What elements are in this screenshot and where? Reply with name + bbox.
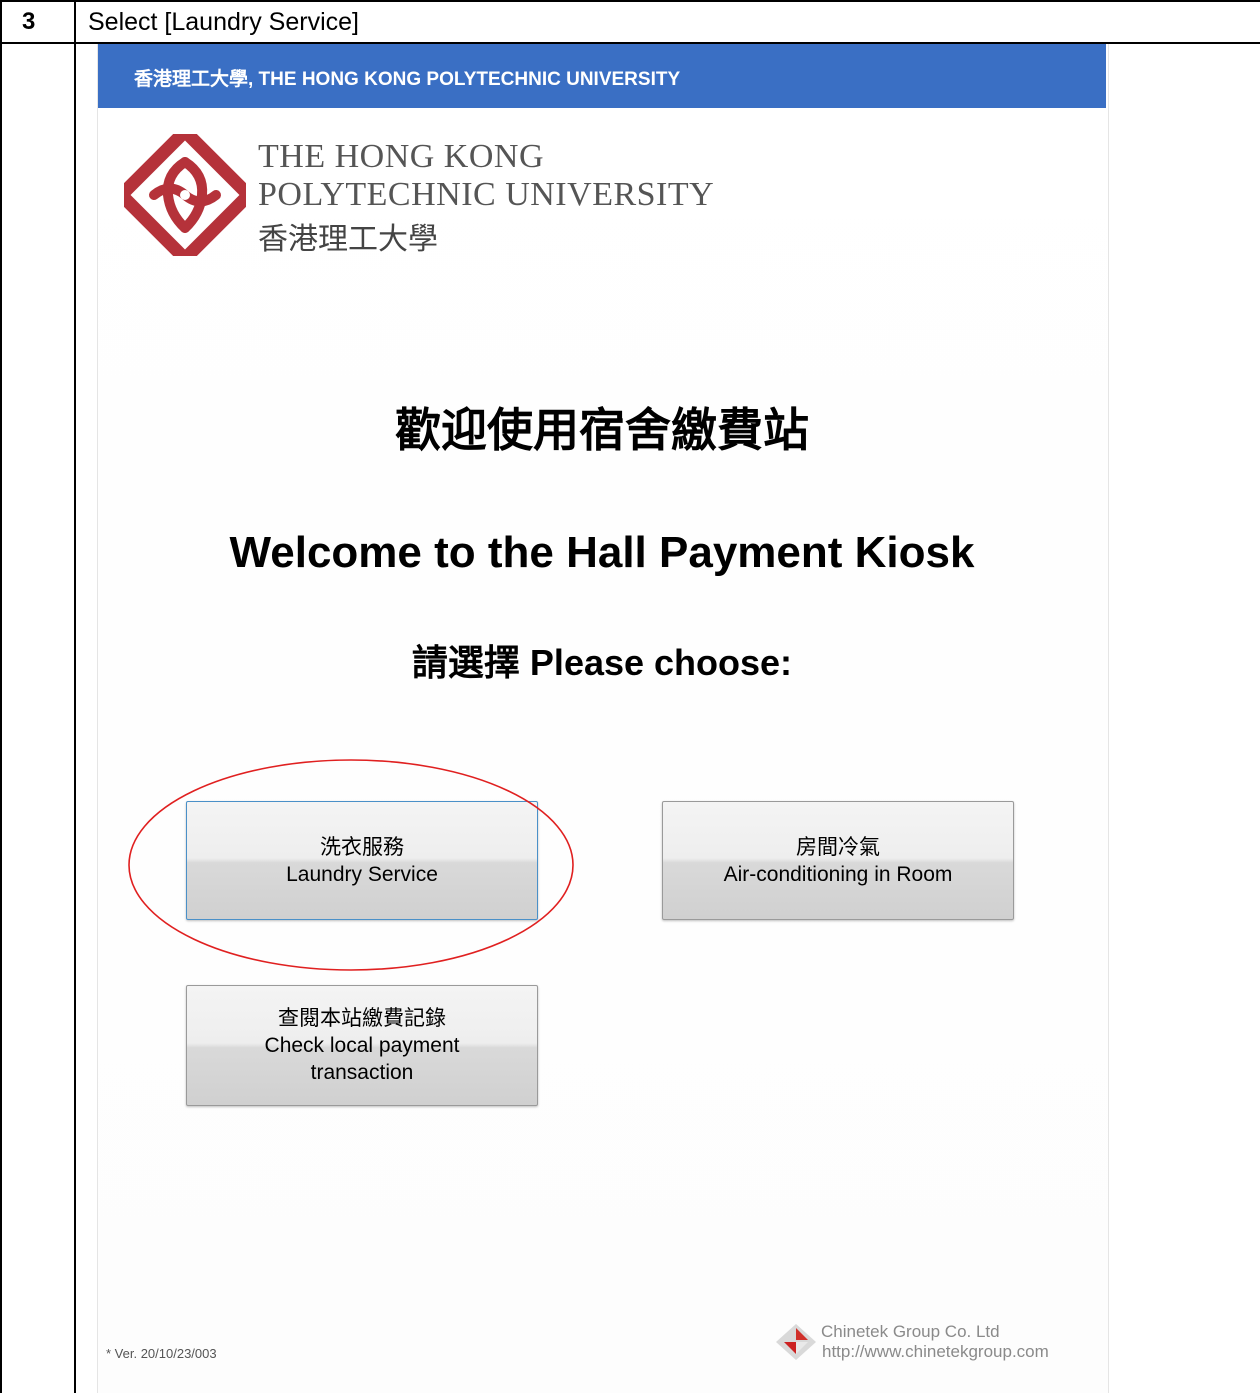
payment-history-label-zh: 查閱本站繳費記錄	[278, 1007, 446, 1030]
version-label: * Ver. 20/10/23/003	[106, 1346, 217, 1361]
polyu-logo-icon	[124, 134, 246, 256]
air-conditioning-button[interactable]: 房間冷氣 Air-conditioning in Room	[662, 801, 1014, 920]
step-instruction: Select [Laundry Service]	[88, 8, 359, 36]
vendor-name: Chinetek Group Co. Ltd	[821, 1322, 1000, 1341]
logo-name-zh: 香港理工大學	[258, 223, 438, 256]
payment-history-button[interactable]: 查閱本站繳費記錄 Check local payment transaction	[186, 985, 538, 1106]
laundry-service-button[interactable]: 洗衣服務 Laundry Service	[186, 801, 538, 920]
welcome-title-zh: 歡迎使用宿舍繳費站	[395, 404, 809, 456]
payment-history-label-en-1: Check local payment	[264, 1034, 460, 1057]
logo-name-en-line2: POLYTECHNIC UNIVERSITY	[258, 176, 715, 213]
table-column-divider	[74, 0, 76, 1393]
vendor-url[interactable]: http://www.chinetekgroup.com	[822, 1342, 1049, 1362]
table-border-left	[0, 0, 2, 1393]
welcome-title-en: Welcome to the Hall Payment Kiosk	[229, 528, 975, 577]
kiosk-header-title: 香港理工大學, THE HONG KONG POLYTECHNIC UNIVER…	[134, 69, 681, 90]
air-conditioning-label-zh: 房間冷氣	[796, 835, 880, 859]
air-conditioning-label-en: Air-conditioning in Room	[723, 862, 953, 886]
step-number: 3	[22, 8, 36, 35]
laundry-service-label-zh: 洗衣服務	[320, 835, 404, 859]
logo-name-en-line1: THE HONG KONG	[258, 138, 545, 175]
choose-prompt: 請選擇 Please choose:	[411, 642, 793, 683]
laundry-service-label-en: Laundry Service	[286, 862, 438, 886]
kiosk-header-bar: 香港理工大學, THE HONG KONG POLYTECHNIC UNIVER…	[98, 44, 1106, 108]
kiosk-screen: 香港理工大學, THE HONG KONG POLYTECHNIC UNIVER…	[97, 44, 1109, 1393]
chinetek-logo-icon	[776, 1324, 816, 1360]
table-border-top	[0, 0, 1260, 2]
payment-history-label-en-2: transaction	[310, 1061, 414, 1084]
